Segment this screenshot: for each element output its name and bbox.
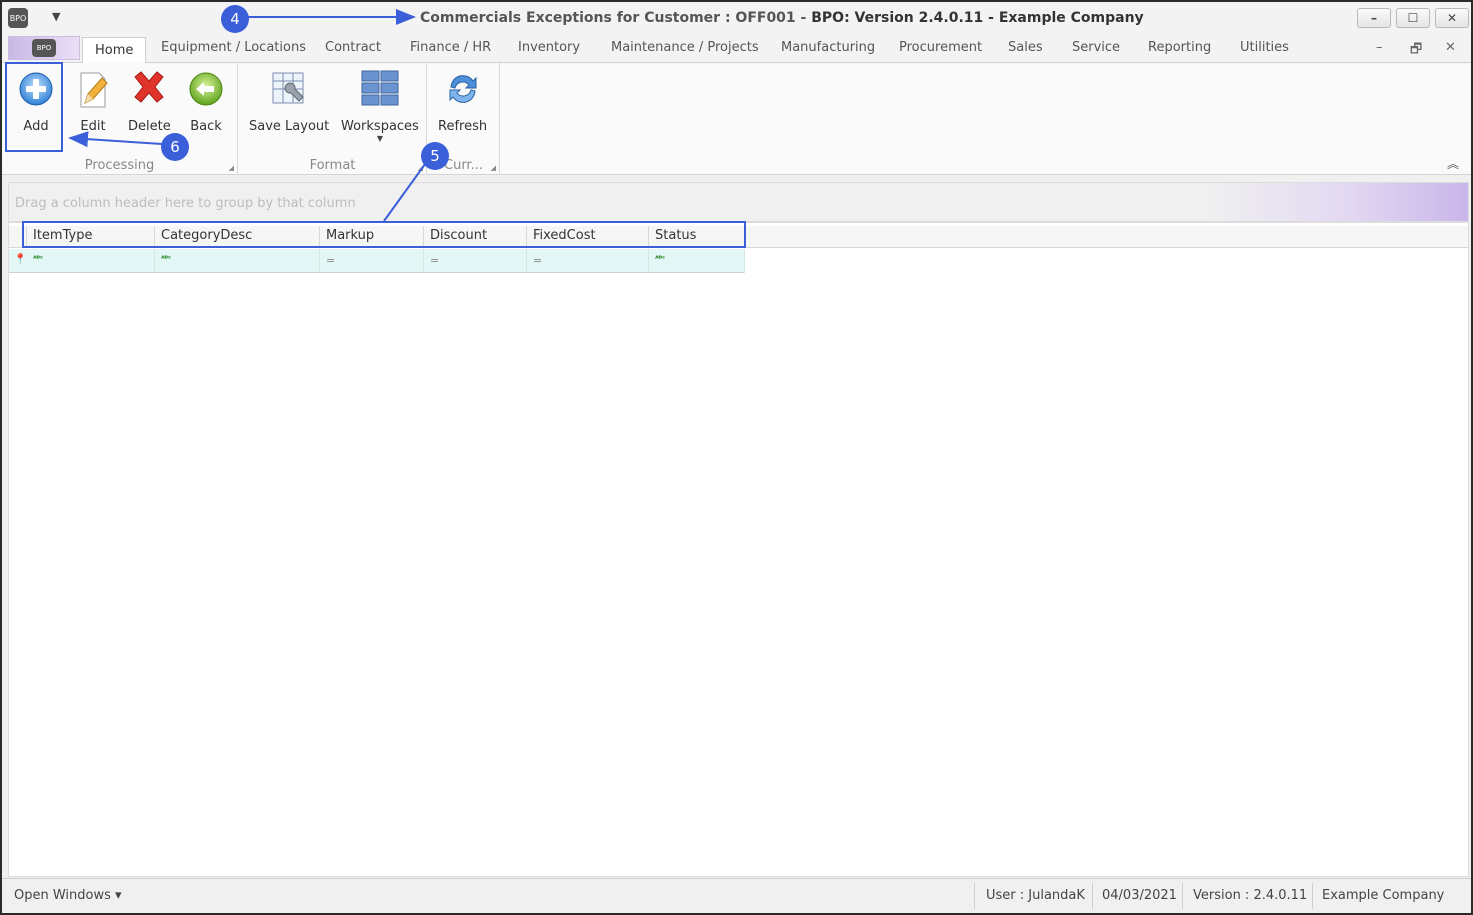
tab-equipment-locations[interactable]: Equipment / Locations: [161, 40, 306, 62]
back-button[interactable]: Back: [186, 67, 226, 134]
annotation-box-columns: [22, 221, 746, 248]
tab-manufacturing[interactable]: Manufacturing: [781, 40, 875, 62]
ribbon: Add Edit Delete Back Processing ◢ Save L…: [2, 63, 1471, 175]
delete-button[interactable]: Delete: [128, 67, 171, 134]
filter-cell-categorydesc[interactable]: ᴬᴮᶜ: [155, 249, 320, 273]
auto-filter-row: 📍 ᴬᴮᶜ ᴬᴮᶜ = = = ᴬᴮᶜ: [9, 249, 745, 273]
status-date: 04/03/2021: [1102, 888, 1177, 903]
application-menu-button[interactable]: BPO: [8, 36, 80, 60]
mdi-restore-button[interactable]: 🗗: [1410, 40, 1422, 62]
text-filter-icon: ᴬᴮᶜ: [161, 254, 171, 263]
annotation-marker-4: 4: [221, 5, 249, 33]
mdi-minimize-button[interactable]: –: [1376, 40, 1383, 55]
save-layout-icon: [269, 67, 309, 111]
text-filter-icon: ᴬᴮᶜ: [33, 254, 43, 263]
collapse-ribbon-icon[interactable]: ︽: [1447, 155, 1459, 172]
status-company: Example Company: [1322, 888, 1445, 903]
annotation-box-add: [5, 62, 63, 152]
ribbon-tab-row: BPO Home Equipment / Locations Contract …: [2, 35, 1471, 64]
group-by-placeholder: Drag a column header here to group by th…: [15, 196, 356, 211]
close-button[interactable]: ✕: [1435, 8, 1469, 28]
filter-cell-itemtype[interactable]: ᴬᴮᶜ: [27, 249, 155, 273]
equals-filter-icon: =: [533, 254, 543, 267]
tab-finance-hr[interactable]: Finance / HR: [410, 40, 491, 62]
status-separator: [1182, 883, 1183, 909]
status-version: Version : 2.4.0.11: [1193, 888, 1308, 903]
status-separator: [1312, 883, 1313, 909]
group-by-panel[interactable]: Drag a column header here to group by th…: [8, 182, 1469, 222]
status-user: User : JulandaK: [986, 888, 1085, 903]
delete-button-label: Delete: [128, 119, 171, 134]
data-grid: ItemType CategoryDesc Markup Discount Fi…: [8, 222, 1469, 877]
processing-dialog-launcher-icon[interactable]: ◢: [229, 164, 234, 172]
tab-procurement[interactable]: Procurement: [899, 40, 982, 62]
app-logo-icon[interactable]: BPO: [8, 8, 28, 28]
edit-button-label: Edit: [80, 119, 106, 134]
back-button-label: Back: [190, 119, 222, 134]
refresh-button-label: Refresh: [438, 119, 488, 134]
format-dialog-launcher-icon[interactable]: ◢: [418, 164, 423, 172]
format-group-label: Format: [309, 158, 356, 173]
refresh-button[interactable]: Refresh: [438, 67, 487, 134]
window-title-context: Commercials Exceptions for Customer : OF…: [420, 10, 812, 26]
open-windows-menu[interactable]: Open Windows ▾: [14, 888, 122, 903]
minimize-button[interactable]: –: [1357, 8, 1391, 28]
processing-group-label: Processing: [84, 158, 155, 173]
window-title-app: BPO: Version 2.4.0.11 - Example Company: [811, 10, 1144, 26]
tab-inventory[interactable]: Inventory: [518, 40, 580, 62]
tab-home[interactable]: Home: [82, 37, 147, 64]
filter-cell-markup[interactable]: =: [320, 249, 424, 273]
workspaces-button-label: Workspaces: [341, 119, 419, 134]
equals-filter-icon: =: [326, 254, 336, 267]
edit-icon: [73, 67, 113, 111]
filter-cell-fixedcost[interactable]: =: [527, 249, 649, 273]
status-separator: [974, 883, 975, 909]
tab-utilities[interactable]: Utilities: [1240, 40, 1289, 62]
refresh-icon: [443, 67, 483, 111]
maximize-button[interactable]: ☐: [1396, 8, 1430, 28]
bpo-logo-icon: BPO: [32, 39, 56, 57]
equals-filter-icon: =: [430, 254, 440, 267]
filter-cell-status[interactable]: ᴬᴮᶜ: [649, 249, 745, 273]
window-title: Commercials Exceptions for Customer : OF…: [420, 10, 1144, 26]
workspaces-icon: [360, 67, 400, 111]
annotation-marker-5: 5: [421, 142, 449, 170]
tab-reporting[interactable]: Reporting: [1148, 40, 1211, 62]
workspaces-dropdown-icon: ▼: [376, 134, 383, 143]
filter-cell-discount[interactable]: =: [424, 249, 527, 273]
tab-maintenance-projects[interactable]: Maintenance / Projects: [611, 40, 759, 62]
tab-service[interactable]: Service: [1072, 40, 1120, 62]
mdi-close-button[interactable]: ✕: [1445, 40, 1456, 55]
tab-contract[interactable]: Contract: [325, 40, 381, 62]
tab-sales[interactable]: Sales: [1008, 40, 1043, 62]
status-separator: [1092, 883, 1093, 909]
text-filter-icon: ᴬᴮᶜ: [655, 254, 665, 263]
status-bar: Open Windows ▾ User : JulandaK 04/03/202…: [2, 878, 1471, 913]
delete-icon: [129, 67, 169, 111]
workspaces-button[interactable]: Workspaces ▼: [341, 67, 419, 143]
quick-access-dropdown-icon[interactable]: ▼: [52, 10, 60, 23]
edit-button[interactable]: Edit: [73, 67, 113, 134]
annotation-marker-6: 6: [161, 133, 189, 161]
application-window: BPO ▼ Commercials Exceptions for Custome…: [0, 0, 1473, 915]
save-layout-button-label: Save Layout: [249, 119, 330, 134]
save-layout-button[interactable]: Save Layout: [249, 67, 329, 134]
pin-icon: 📍: [14, 254, 27, 265]
back-arrow-icon: [186, 67, 226, 111]
current-dialog-launcher-icon[interactable]: ◢: [491, 164, 496, 172]
ribbon-group-format: Save Layout Workspaces ▼ Format ◢: [239, 63, 427, 175]
